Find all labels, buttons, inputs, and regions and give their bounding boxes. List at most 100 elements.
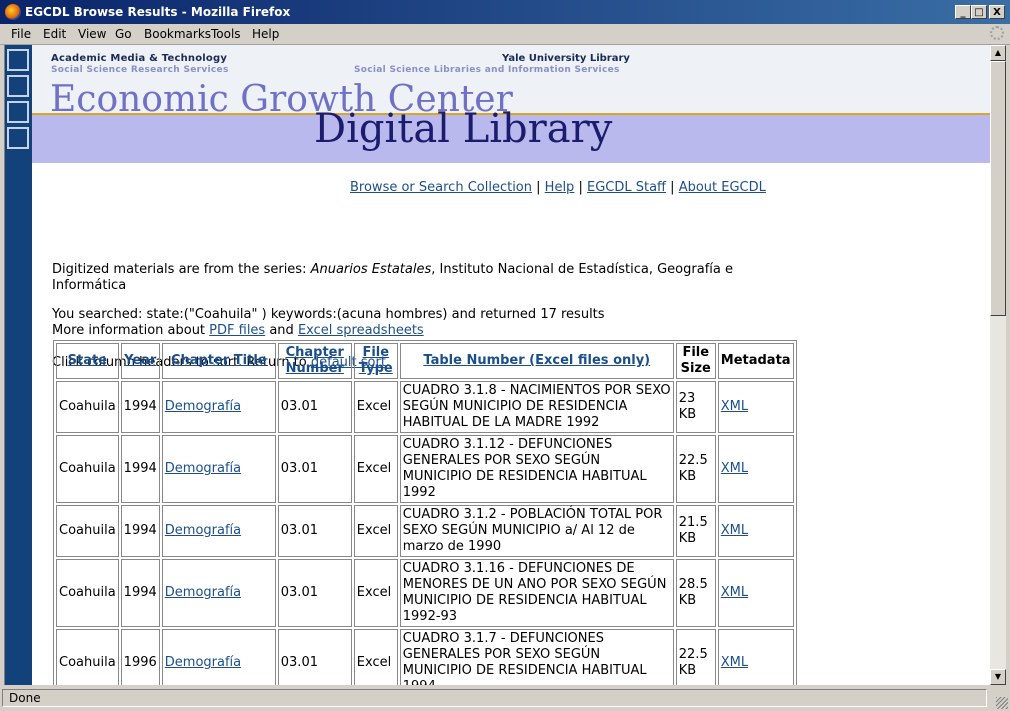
xml-link[interactable]: XML (721, 655, 748, 670)
xml-link[interactable]: XML (721, 461, 748, 476)
table-row: Coahuila 1994 Demografía 03.01 Excel CUA… (56, 505, 794, 557)
header-chapter-title[interactable]: Chapter Title (161, 343, 276, 379)
header-file-size: File Size (675, 343, 716, 379)
table-row: Coahuila 1994 Demografía 03.01 Excel CUA… (56, 559, 794, 627)
sort-state-link[interactable]: State (68, 353, 107, 368)
throbber-icon (990, 26, 1004, 40)
excel-link[interactable]: Excel spreadsheets (298, 323, 424, 338)
nav-separator: | (536, 180, 541, 195)
page-viewport: Academic Media & Technology Social Scien… (4, 45, 991, 685)
cell-table-number: CUADRO 3.1.16 - DEFUNCIONES DE MENORES D… (399, 559, 674, 627)
cell-metadata: XML (717, 381, 794, 433)
sort-file-type-link[interactable]: File Type (359, 345, 393, 376)
status-text: Done (2, 689, 987, 707)
sort-table-number-link[interactable]: Table Number (Excel files only) (423, 353, 650, 368)
scroll-up-button[interactable]: ▲ (990, 45, 1006, 61)
cell-year: 1994 (120, 559, 160, 627)
cell-chapter-number: 03.01 (277, 435, 352, 503)
browse-link[interactable]: Browse or Search Collection (350, 180, 532, 195)
cell-chapter-number: 03.01 (277, 505, 352, 557)
menu-go[interactable]: Go (115, 27, 132, 41)
cell-table-number: CUADRO 3.1.8 - NACIMIENTOS POR SEXO SEGÚ… (399, 381, 674, 433)
more-prefix: More information about (52, 323, 210, 338)
table-row: Coahuila 1994 Demografía 03.01 Excel CUA… (56, 381, 794, 433)
staff-link[interactable]: EGCDL Staff (587, 180, 666, 195)
meander-icon (7, 49, 29, 71)
yul-label: Yale University Library (502, 53, 630, 64)
maximize-button[interactable]: □ (971, 5, 987, 19)
minimize-button[interactable]: _ (955, 5, 971, 19)
search-summary: You searched: state:("Coahuila" ) keywor… (52, 307, 772, 339)
cell-chapter-number: 03.01 (277, 629, 352, 685)
menu-edit[interactable]: Edit (43, 27, 66, 41)
cell-file-size: 21.5 KB (675, 505, 716, 557)
intro-prefix: Digitized materials are from the series: (52, 262, 311, 277)
cell-table-number: CUADRO 3.1.7 - DEFUNCIONES GENERALES POR… (399, 629, 674, 685)
close-button[interactable]: X (989, 5, 1005, 19)
xml-link[interactable]: XML (721, 523, 748, 538)
cell-metadata: XML (717, 435, 794, 503)
chapter-link[interactable]: Demografía (165, 523, 241, 538)
menu-help[interactable]: Help (252, 27, 279, 41)
sort-year-link[interactable]: Year (124, 353, 156, 368)
meander-icon (7, 101, 29, 123)
header-chapter-number[interactable]: Chapter Number (277, 343, 352, 379)
header-year[interactable]: Year (120, 343, 160, 379)
decorative-sidebar (5, 45, 32, 685)
series-name: Anuarios Estatales (310, 262, 432, 277)
resize-grip-icon[interactable] (996, 697, 1008, 709)
cell-chapter: Demografía (161, 559, 276, 627)
menu-tools[interactable]: Tools (211, 27, 241, 41)
cell-metadata: XML (717, 505, 794, 557)
cell-file-type: Excel (353, 435, 398, 503)
cell-file-type: Excel (353, 505, 398, 557)
vertical-scrollbar[interactable]: ▲ ▼ (990, 45, 1006, 685)
header-table-number[interactable]: Table Number (Excel files only) (399, 343, 674, 379)
header-file-type[interactable]: File Type (353, 343, 398, 379)
nav-separator: | (578, 180, 583, 195)
meander-icon (7, 127, 29, 149)
cell-state: Coahuila (56, 505, 119, 557)
chapter-link[interactable]: Demografía (165, 585, 241, 600)
about-link[interactable]: About EGCDL (679, 180, 766, 195)
status-bar: Done (0, 686, 1010, 711)
cell-chapter-number: 03.01 (277, 559, 352, 627)
cell-state: Coahuila (56, 559, 119, 627)
pdf-files-link[interactable]: PDF files (209, 323, 265, 338)
more-info: More information about PDF files and Exc… (52, 323, 772, 339)
cell-year: 1996 (120, 629, 160, 685)
menu-bar: File Edit View Go Bookmarks Tools Help (0, 24, 1010, 45)
table-row: Coahuila 1996 Demografía 03.01 Excel CUA… (56, 629, 794, 685)
cell-file-size: 23 KB (675, 381, 716, 433)
help-link[interactable]: Help (545, 180, 575, 195)
cell-file-size: 22.5 KB (675, 629, 716, 685)
cell-file-size: 22.5 KB (675, 435, 716, 503)
window-titlebar[interactable]: EGCDL Browse Results - Mozilla Firefox _… (0, 0, 1010, 24)
meander-icon (7, 75, 29, 97)
cell-table-number: CUADRO 3.1.12 - DEFUNCIONES GENERALES PO… (399, 435, 674, 503)
cell-year: 1994 (120, 381, 160, 433)
sort-chapter-number-link[interactable]: Chapter Number (286, 345, 344, 376)
xml-link[interactable]: XML (721, 585, 748, 600)
chapter-link[interactable]: Demografía (165, 399, 241, 414)
chapter-link[interactable]: Demografía (165, 461, 241, 476)
sort-chapter-title-link[interactable]: Chapter Title (171, 353, 267, 368)
menu-bookmarks[interactable]: Bookmarks (144, 27, 211, 41)
chapter-link[interactable]: Demografía (165, 655, 241, 670)
xml-link[interactable]: XML (721, 399, 748, 414)
scroll-down-button[interactable]: ▼ (990, 669, 1006, 685)
menu-view[interactable]: View (78, 27, 106, 41)
sslis-label: Social Science Libraries and Information… (354, 65, 620, 75)
cell-file-type: Excel (353, 629, 398, 685)
window-title: EGCDL Browse Results - Mozilla Firefox (25, 5, 291, 19)
more-and: and (265, 323, 298, 338)
menu-file[interactable]: File (11, 27, 31, 41)
cell-state: Coahuila (56, 435, 119, 503)
site-banner: Academic Media & Technology Social Scien… (32, 45, 991, 163)
top-navigation: Browse or Search Collection | Help | EGC… (350, 180, 766, 195)
amt-label: Academic Media & Technology (51, 53, 228, 64)
header-state[interactable]: State (56, 343, 119, 379)
cell-year: 1994 (120, 435, 160, 503)
scroll-thumb[interactable] (990, 61, 1006, 316)
cell-state: Coahuila (56, 629, 119, 685)
